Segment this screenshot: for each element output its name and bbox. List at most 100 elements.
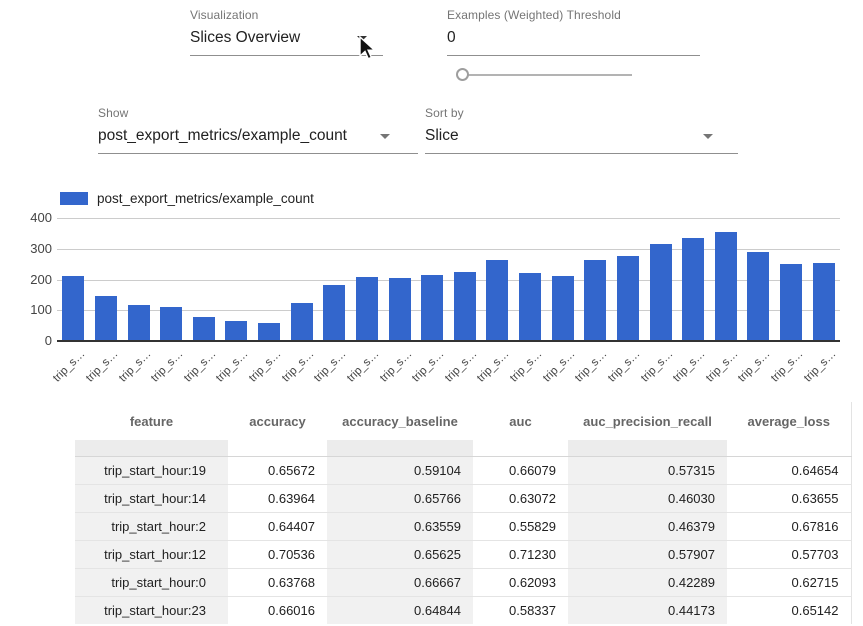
- mouse-cursor-icon: [357, 36, 377, 62]
- table-row[interactable]: trip_start_hour:190.656720.591040.660790…: [75, 456, 851, 484]
- bar[interactable]: [552, 276, 574, 341]
- bar[interactable]: [715, 232, 737, 341]
- threshold-field[interactable]: Examples (Weighted) Threshold 0: [447, 8, 700, 56]
- bar-chart: [57, 218, 840, 341]
- bar[interactable]: [160, 307, 182, 341]
- feature-cell: trip_start_hour:14: [75, 484, 228, 512]
- column-header[interactable]: accuracy: [228, 402, 327, 440]
- metric-cell: 0.67816: [727, 512, 851, 540]
- metric-cell: 0.42289: [568, 568, 727, 596]
- metric-cell: 0.64844: [327, 596, 473, 624]
- bar[interactable]: [193, 317, 215, 341]
- show-dropdown[interactable]: Show post_export_metrics/example_count: [98, 106, 418, 154]
- metric-cell: 0.64654: [727, 456, 851, 484]
- bar[interactable]: [650, 244, 672, 341]
- y-tick-label: 200: [18, 272, 52, 287]
- metric-cell: 0.65672: [228, 456, 327, 484]
- chevron-down-icon[interactable]: [380, 134, 390, 139]
- bar[interactable]: [421, 275, 443, 341]
- feature-cell: trip_start_hour:2: [75, 512, 228, 540]
- bar[interactable]: [323, 285, 345, 341]
- bar[interactable]: [291, 303, 313, 341]
- y-tick-label: 400: [18, 210, 52, 225]
- bar[interactable]: [356, 277, 378, 341]
- bar[interactable]: [389, 278, 411, 341]
- metric-cell: 0.58337: [473, 596, 568, 624]
- bar[interactable]: [617, 256, 639, 341]
- threshold-label: Examples (Weighted) Threshold: [447, 8, 700, 22]
- bar[interactable]: [128, 305, 150, 341]
- bar[interactable]: [813, 263, 835, 341]
- show-value: post_export_metrics/example_count: [98, 127, 347, 144]
- bar[interactable]: [225, 321, 247, 341]
- visualization-value: Slices Overview: [190, 29, 300, 46]
- feature-cell: trip_start_hour:19: [75, 456, 228, 484]
- bar[interactable]: [682, 238, 704, 341]
- bar[interactable]: [584, 260, 606, 341]
- bar[interactable]: [258, 323, 280, 341]
- filter-cell: [727, 440, 851, 456]
- bar[interactable]: [747, 252, 769, 341]
- feature-cell: trip_start_hour:12: [75, 540, 228, 568]
- sortby-value: Slice: [425, 127, 459, 144]
- show-label: Show: [98, 106, 418, 120]
- table-row[interactable]: trip_start_hour:120.705360.656250.712300…: [75, 540, 851, 568]
- table-row[interactable]: trip_start_hour:230.660160.648440.583370…: [75, 596, 851, 624]
- gridline: [57, 218, 840, 219]
- metric-cell: 0.65766: [327, 484, 473, 512]
- filter-cell: [228, 440, 327, 456]
- filter-cell: [75, 440, 228, 456]
- feature-cell: trip_start_hour:23: [75, 596, 228, 624]
- column-header[interactable]: auc: [473, 402, 568, 440]
- table-row[interactable]: trip_start_hour:00.637680.666670.620930.…: [75, 568, 851, 596]
- visualization-label: Visualization: [190, 8, 383, 22]
- sortby-dropdown[interactable]: Sort by Slice: [425, 106, 738, 154]
- metric-cell: 0.65625: [327, 540, 473, 568]
- y-tick-label: 300: [18, 241, 52, 256]
- metric-cell: 0.65142: [727, 596, 851, 624]
- legend-text: post_export_metrics/example_count: [97, 191, 314, 206]
- metric-cell: 0.66016: [228, 596, 327, 624]
- metric-cell: 0.63964: [228, 484, 327, 512]
- column-header[interactable]: feature: [75, 402, 228, 440]
- metric-cell: 0.44173: [568, 596, 727, 624]
- slider-handle[interactable]: [456, 68, 469, 81]
- filter-cell: [327, 440, 473, 456]
- threshold-slider[interactable]: [456, 68, 634, 83]
- bar[interactable]: [95, 296, 117, 341]
- y-tick-label: 0: [18, 333, 52, 348]
- bar[interactable]: [62, 276, 84, 341]
- metric-cell: 0.62093: [473, 568, 568, 596]
- metric-cell: 0.59104: [327, 456, 473, 484]
- metric-cell: 0.63655: [727, 484, 851, 512]
- gridline: [57, 340, 840, 342]
- bar[interactable]: [486, 260, 508, 341]
- slicing-metrics-browser: Visualization Slices Overview Examples (…: [0, 0, 863, 626]
- slider-track[interactable]: [464, 74, 632, 76]
- filter-cell: [568, 440, 727, 456]
- bar[interactable]: [519, 273, 541, 341]
- metric-cell: 0.63072: [473, 484, 568, 512]
- column-header[interactable]: accuracy_baseline: [327, 402, 473, 440]
- metric-cell: 0.63559: [327, 512, 473, 540]
- metric-cell: 0.57703: [727, 540, 851, 568]
- metric-cell: 0.63768: [228, 568, 327, 596]
- column-header[interactable]: average_loss: [727, 402, 851, 440]
- bar[interactable]: [454, 272, 476, 341]
- visualization-dropdown[interactable]: Visualization Slices Overview: [190, 8, 383, 56]
- metric-cell: 0.70536: [228, 540, 327, 568]
- chart-legend: post_export_metrics/example_count: [60, 190, 314, 204]
- bar[interactable]: [780, 264, 802, 341]
- metric-cell: 0.62715: [727, 568, 851, 596]
- metric-cell: 0.55829: [473, 512, 568, 540]
- table-row[interactable]: trip_start_hour:140.639640.657660.63072 0…: [75, 484, 851, 512]
- metric-cell: 0.57907: [568, 540, 727, 568]
- metric-cell: 0.64407: [228, 512, 327, 540]
- chevron-down-icon[interactable]: [703, 134, 713, 139]
- threshold-input[interactable]: 0: [447, 29, 700, 56]
- column-header[interactable]: auc_precision_recall: [568, 402, 727, 440]
- table-row[interactable]: trip_start_hour:20.644070.635590.55829 0.…: [75, 512, 851, 540]
- sortby-label: Sort by: [425, 106, 738, 120]
- metric-cell: 0.66667: [327, 568, 473, 596]
- feature-cell: trip_start_hour:0: [75, 568, 228, 596]
